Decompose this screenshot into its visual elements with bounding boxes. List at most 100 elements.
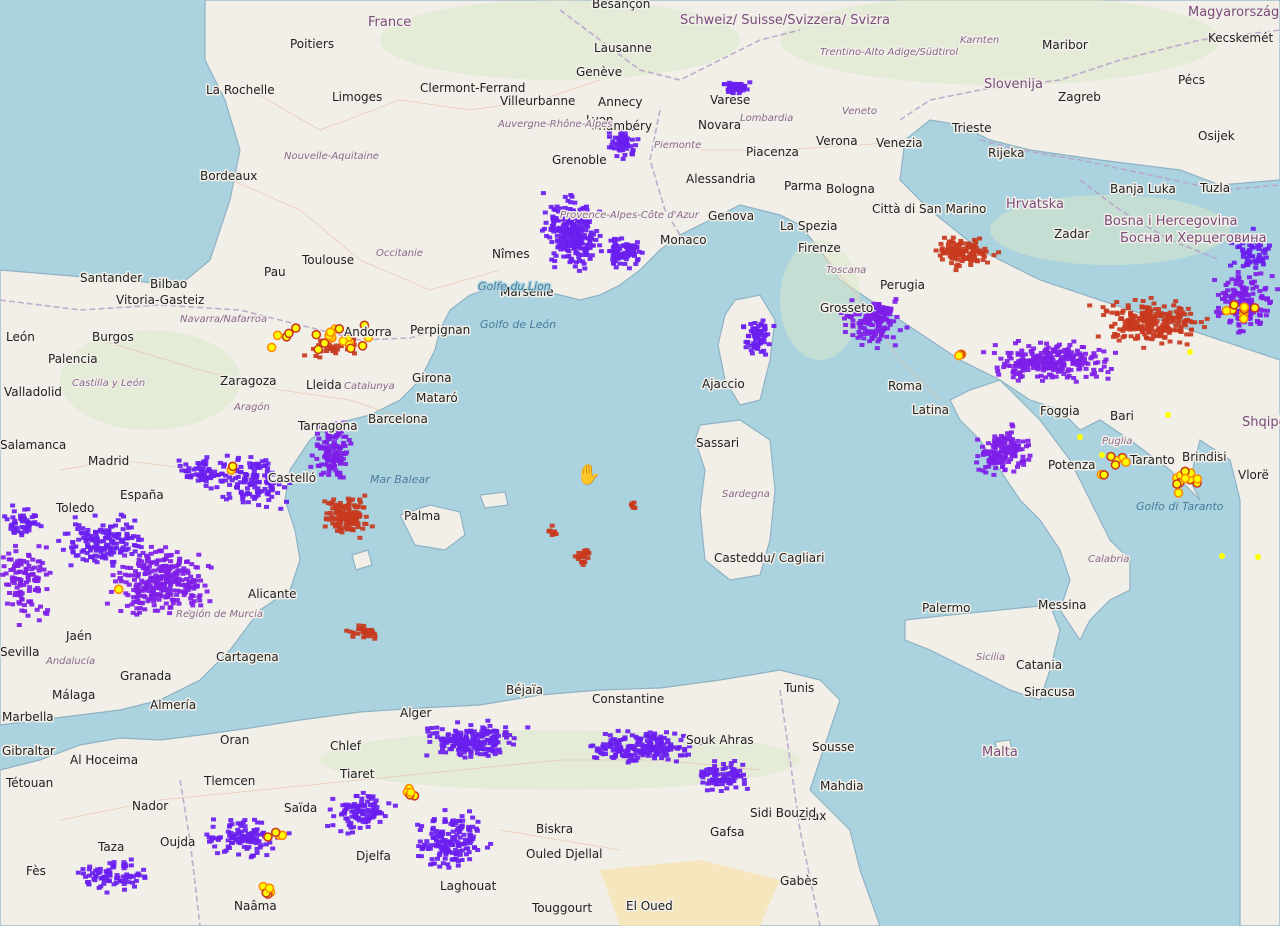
lightning-strike-mark <box>111 860 117 865</box>
lightning-map[interactable]: France Schweiz/ Suisse/Svizzera/ Svizra … <box>0 0 1280 926</box>
lightning-strike-mark <box>744 786 750 791</box>
lightning-strike-mark <box>249 481 255 486</box>
lightning-strike-mark <box>132 577 137 582</box>
lightning-strike-mark <box>938 241 944 246</box>
label-country-france: France <box>368 15 411 30</box>
recent-lightning-strike-mark <box>1173 488 1184 498</box>
lightning-strike-mark <box>342 809 348 814</box>
lightning-strike-mark <box>1016 461 1022 466</box>
label-country-hungary: Magyarország <box>1188 5 1279 20</box>
recent-lightning-strike-mark <box>272 330 283 341</box>
lightning-strike-mark <box>121 514 126 519</box>
lightning-strike-mark <box>159 605 165 610</box>
lightning-strike-mark <box>576 550 582 555</box>
lightning-strike-mark <box>463 837 468 842</box>
lightning-strike-mark <box>597 243 603 248</box>
lightning-strike-mark <box>1052 363 1058 368</box>
lightning-strike-mark <box>890 335 896 340</box>
lightning-strike-mark <box>254 832 260 837</box>
lightning-strike-mark <box>475 819 481 824</box>
lightning-strike-mark <box>76 537 82 542</box>
map-canvas[interactable]: France Schweiz/ Suisse/Svizzera/ Svizra … <box>0 0 1280 926</box>
lightning-strike-mark <box>874 346 880 351</box>
label-city: Alger <box>400 706 432 720</box>
lightning-strike-mark <box>75 527 81 531</box>
lightning-strike-mark <box>622 152 628 157</box>
label-region: Occitanie <box>376 248 423 259</box>
lightning-strike-mark <box>977 251 983 256</box>
label-country-switzerland: Schweiz/ Suisse/Svizzera/ Svizra <box>680 13 890 28</box>
lightning-strike-mark <box>450 823 456 827</box>
lightning-strike-mark <box>184 475 190 479</box>
lightning-strike-mark <box>25 575 31 580</box>
lightning-strike-mark <box>1120 308 1126 313</box>
lightning-strike-mark <box>174 592 180 597</box>
label-city: Jaén <box>65 629 92 643</box>
lightning-strike-mark <box>1000 464 1006 469</box>
lightning-strike-mark <box>1025 438 1031 443</box>
lightning-strike-mark <box>933 248 939 253</box>
lightning-strike-mark <box>1005 350 1011 355</box>
lightning-strike-mark <box>323 516 329 521</box>
lightning-strike-mark <box>1141 345 1147 350</box>
label-city: Almería <box>150 698 196 712</box>
lightning-strike-mark <box>135 598 141 603</box>
lightning-strike-mark <box>208 471 214 476</box>
lightning-strike-mark <box>355 631 361 636</box>
recent-lightning-strike-mark <box>1219 553 1225 559</box>
lightning-strike-mark <box>94 560 100 565</box>
lightning-strike-mark <box>429 857 435 862</box>
lightning-strike-mark <box>104 890 110 895</box>
lightning-strike-mark <box>357 500 363 505</box>
lightning-strike-mark <box>10 602 16 607</box>
lightning-strike-mark <box>437 831 443 836</box>
lightning-strike-mark <box>749 351 755 356</box>
label-city: Messina <box>1038 598 1087 612</box>
lightning-strike-mark <box>193 584 199 589</box>
lightning-strike-mark <box>856 330 862 334</box>
label-city: Ajaccio <box>702 377 745 391</box>
lightning-strike-mark <box>991 253 997 258</box>
lightning-strike-mark <box>622 736 628 741</box>
lightning-strike-mark <box>585 224 591 229</box>
lightning-strike-mark <box>10 515 16 520</box>
lightning-strike-mark <box>248 838 254 843</box>
lightning-strike-mark <box>130 880 135 885</box>
lightning-strike-mark <box>11 509 17 514</box>
label-region: Piemonte <box>654 140 701 151</box>
label-sea: Golfe du Lion <box>478 280 551 293</box>
lightning-strike-mark <box>1165 325 1171 330</box>
lightning-strike-mark <box>354 805 360 810</box>
lightning-strike-mark <box>1173 299 1179 304</box>
lightning-strike-mark <box>1013 341 1018 346</box>
lightning-strike-mark <box>3 571 9 576</box>
lightning-strike-mark <box>429 831 435 836</box>
lightning-strike-mark <box>362 493 368 498</box>
recent-lightning-strike-mark <box>270 827 281 838</box>
lightning-strike-mark <box>1263 247 1268 252</box>
lightning-strike-mark <box>1250 291 1256 296</box>
lightning-strike-mark <box>350 830 355 835</box>
lightning-strike-mark <box>643 744 648 749</box>
lightning-strike-mark <box>340 516 346 521</box>
label-region: Andalucía <box>45 655 95 667</box>
lightning-strike-mark <box>191 467 197 472</box>
lightning-strike-mark <box>1007 364 1013 369</box>
lightning-strike-mark <box>330 796 336 801</box>
label-country-albania: Shqipëria <box>1242 415 1280 430</box>
lightning-strike-mark <box>1026 344 1032 349</box>
lightning-strike-mark <box>850 322 856 327</box>
label-city: Zadar <box>1054 227 1090 241</box>
lightning-strike-mark <box>459 814 465 819</box>
lightning-strike-mark <box>504 735 509 740</box>
lightning-strike-mark <box>332 464 338 468</box>
recent-lightning-strike-mark <box>357 340 368 351</box>
lightning-strike-mark <box>255 493 261 498</box>
lightning-strike-mark <box>80 557 86 562</box>
lightning-strike-mark <box>202 583 208 588</box>
lightning-strike-mark <box>123 536 129 541</box>
lightning-strike-mark <box>1233 278 1239 283</box>
lightning-strike-mark <box>760 318 766 323</box>
lightning-strike-mark <box>624 752 629 757</box>
lightning-strike-mark <box>584 253 590 257</box>
